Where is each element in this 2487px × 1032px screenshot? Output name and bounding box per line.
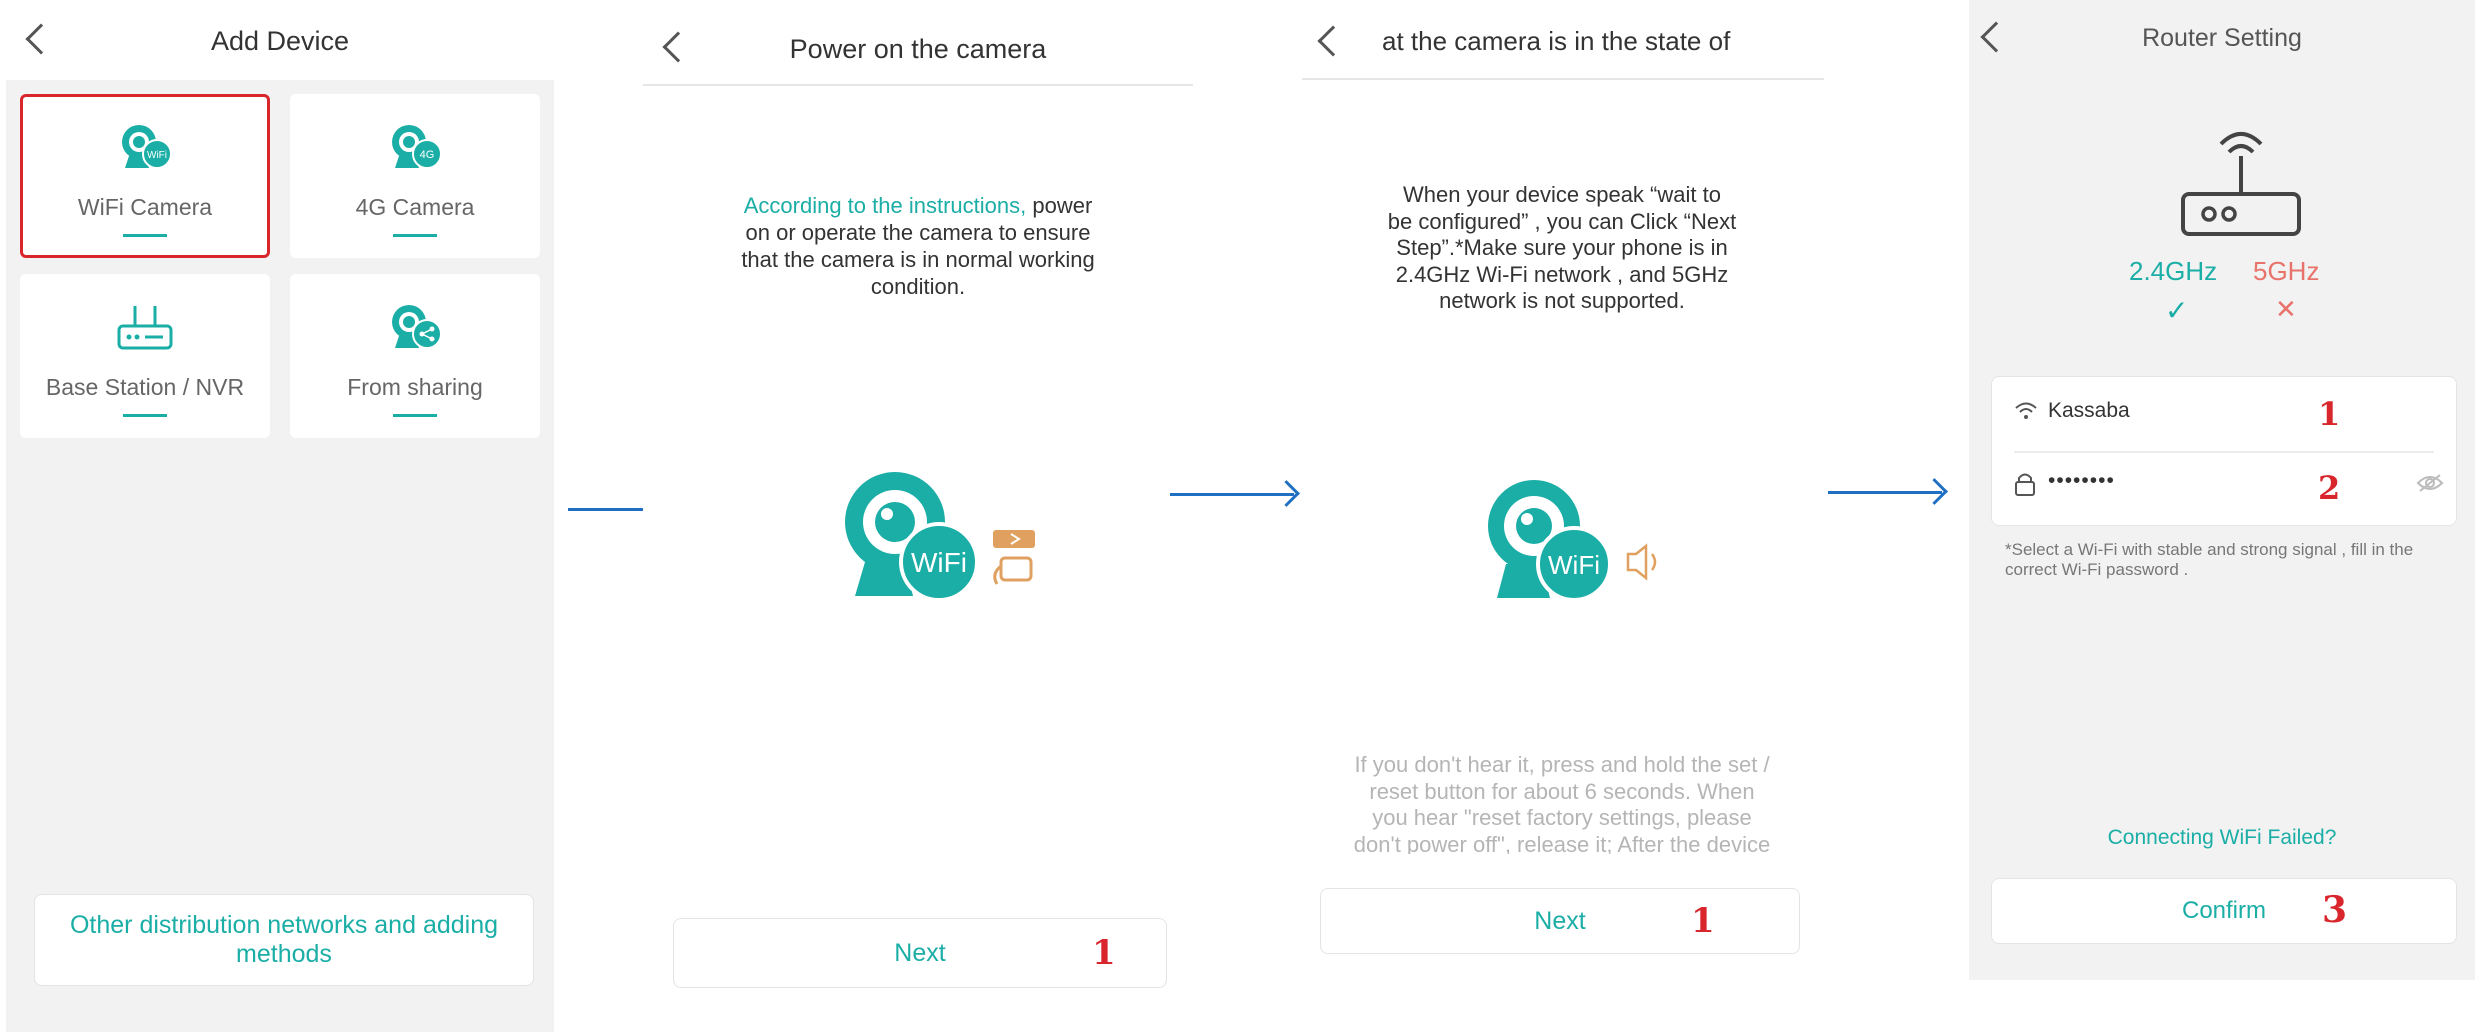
hint-line: don't power off", release it; After the … [1353, 831, 1771, 855]
router-setting-screen: Router Setting 2.4GHz 5GHz ✓ ✕ Kassaba 1 [1969, 0, 2475, 980]
card-from-sharing[interactable]: From sharing [290, 274, 540, 438]
step-marker: 1 [1092, 933, 1116, 973]
page-title: Router Setting [2142, 24, 2302, 52]
card-base-station[interactable]: Base Station / NVR [20, 274, 270, 438]
card-label: Base Station / NVR [45, 374, 245, 400]
divider [1302, 78, 1824, 80]
confirm-button[interactable]: Confirm 3 [1991, 878, 2457, 944]
svg-text:WiFi: WiFi [147, 150, 167, 161]
wifi-camera-icon: WiFi [122, 125, 172, 169]
hint-line: reset button for about 6 seconds. When [1369, 778, 1755, 804]
router-icon [2181, 132, 2301, 236]
other-methods-label-2: methods [236, 940, 332, 968]
card-label: From sharing [347, 374, 483, 400]
back-icon[interactable] [1317, 25, 1349, 57]
band-2-4ghz: 2.4GHz [2129, 256, 2218, 286]
next-label: Next [1534, 907, 1586, 935]
instruction-line: that the camera is in normal working [741, 247, 1095, 272]
card-label: WiFi Camera [77, 194, 213, 220]
confirm-label: Confirm [2181, 897, 2266, 924]
instruction-line: power [1032, 193, 1093, 218]
flow-arrow [1170, 493, 1294, 496]
underline [393, 234, 437, 237]
desc-line: Step”.*Make sure your phone is in [1396, 235, 1728, 260]
desc-line: When your device speak “wait to [1403, 182, 1721, 207]
hint-text: If you don't hear it, press and hold the… [1342, 752, 1782, 854]
step-marker: 3 [2322, 889, 2348, 931]
desc-line: be configured” , you can Click “Next [1387, 208, 1737, 234]
camera-state-screen: at the camera is in the state of When yo… [1302, 0, 1824, 1032]
hint-line: you hear "reset factory settings, please [1372, 805, 1752, 830]
ssid-field[interactable]: Kassaba 1 [1992, 377, 2456, 451]
connecting-failed-link[interactable]: Connecting WiFi Failed? [1969, 826, 2475, 850]
card-label: 4G Camera [355, 194, 475, 220]
next-button[interactable]: Next 1 [1320, 888, 1800, 954]
band-5ghz: 5GHz [2253, 256, 2320, 286]
instruction-link[interactable]: According to the instructions, [744, 193, 1026, 218]
card-wifi-camera[interactable]: WiFi WiFi Camera [20, 94, 270, 258]
underline [393, 414, 437, 417]
svg-text:4G: 4G [420, 149, 435, 161]
base-station-icon [117, 306, 173, 350]
wifi-camera-illustration-icon: WiFi [845, 472, 1035, 602]
step-marker: 1 [2318, 395, 2341, 433]
instruction-line: condition. [870, 274, 966, 299]
power-on-screen: Power on the camera According to the ins… [643, 0, 1193, 1032]
password-field[interactable]: •••••••• 2 [1992, 453, 2456, 527]
lock-icon [2015, 473, 2035, 496]
check-icon: ✓ [2165, 295, 2189, 326]
other-methods-button[interactable]: Other distribution networks and adding m… [34, 894, 534, 986]
svg-text:WiFi: WiFi [911, 547, 967, 578]
divider [643, 84, 1193, 86]
desc-line: 2.4GHz Wi-Fi network , and 5GHz [1395, 261, 1729, 287]
4g-camera-icon: 4G [392, 125, 442, 169]
next-button[interactable]: Next 1 [673, 918, 1167, 988]
wifi-camera-speaking-icon: WiFi [1488, 480, 1657, 602]
password-value: •••••••• [2048, 469, 2115, 492]
flow-arrow [1828, 491, 1942, 494]
description-text: When your device speak “wait to be confi… [1352, 182, 1772, 315]
underline [123, 414, 167, 417]
share-camera-icon [392, 305, 442, 349]
page-title: at the camera is in the state of [1382, 26, 1731, 56]
wifi-note: *Select a Wi-Fi with stable and strong s… [2005, 540, 2445, 580]
cross-icon: ✕ [2275, 294, 2297, 324]
other-methods-label: Other distribution networks and adding [69, 911, 499, 939]
step-marker: 2 [2318, 469, 2341, 507]
header: Add Device [6, 0, 554, 80]
instruction-text: According to the instructions, power on … [703, 192, 1133, 300]
underline [123, 234, 167, 237]
hint-line: If you don't hear it, press and hold the… [1354, 752, 1770, 777]
note-line: *Select a Wi-Fi with stable and strong s… [2005, 540, 2414, 559]
note-line: correct Wi-Fi password . [2005, 560, 2189, 579]
wifi-icon [2015, 402, 2037, 419]
instruction-line: on or operate the camera to ensure [745, 220, 1091, 245]
svg-text:WiFi: WiFi [1548, 550, 1600, 580]
add-device-screen: Add Device WiFi WiFi Camera 4G 4G Camera [6, 0, 554, 1032]
page-title: Power on the camera [789, 34, 1047, 64]
eye-hidden-icon[interactable] [2416, 473, 2444, 493]
wifi-form: Kassaba 1 •••••••• 2 [1991, 376, 2457, 526]
ssid-value: Kassaba [2048, 399, 2130, 422]
desc-line: network is not supported. [1439, 288, 1685, 313]
card-4g-camera[interactable]: 4G 4G Camera [290, 94, 540, 258]
page-title: Add Device [210, 26, 350, 56]
step-marker: 1 [1691, 901, 1715, 941]
